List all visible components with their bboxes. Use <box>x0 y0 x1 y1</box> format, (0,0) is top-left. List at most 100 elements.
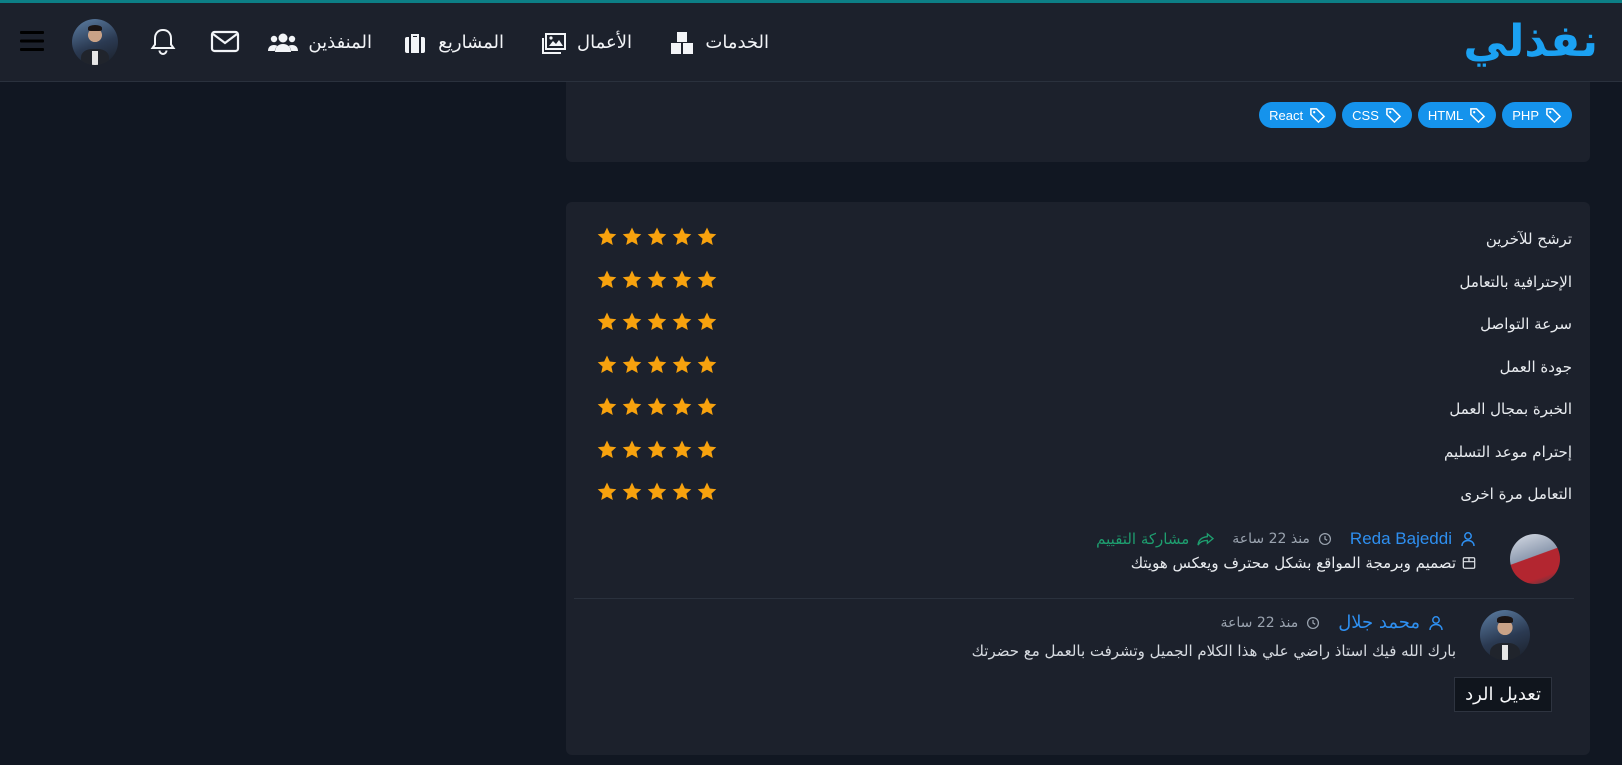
star-icon <box>597 482 617 500</box>
mail-icon <box>210 30 240 53</box>
star-icon <box>597 227 617 245</box>
rating-row: سرعة التواصل <box>566 311 1590 341</box>
review-time: منذ 22 ساعة <box>1232 531 1310 547</box>
star-icon <box>647 397 667 415</box>
star-icon <box>647 270 667 288</box>
clock-icon <box>1306 616 1320 630</box>
star-icon <box>597 312 617 330</box>
reviewer-avatar[interactable] <box>1510 534 1560 584</box>
messages-button[interactable] <box>207 23 243 59</box>
rating-stars <box>596 269 718 291</box>
star-icon <box>697 440 717 458</box>
site-logo[interactable]: نفذلي <box>1463 9 1598 75</box>
star-icon <box>672 270 692 288</box>
reply-text: بارك الله فيك استاذ راضي علي هذا الكلام … <box>971 642 1456 660</box>
rating-row: ترشح للآخرين <box>566 226 1590 256</box>
nav-item-portfolio-label: الأعمال <box>577 32 632 53</box>
share-icon[interactable] <box>1197 531 1215 547</box>
projects-icon <box>405 33 426 53</box>
tag-icon <box>1386 107 1402 123</box>
skill-tag-css[interactable]: CSS <box>1342 102 1412 128</box>
star-icon <box>672 227 692 245</box>
notifications-button[interactable] <box>145 23 181 59</box>
star-icon <box>597 270 617 288</box>
nav-item-services[interactable]: الخدمات <box>669 3 769 82</box>
rating-stars <box>596 396 718 418</box>
rating-label: إحترام موعد التسليم <box>1444 442 1572 461</box>
rating-row: الإحترافية بالتعامل <box>566 269 1590 299</box>
star-icon <box>697 355 717 373</box>
star-icon <box>672 355 692 373</box>
rating-row: إحترام موعد التسليم <box>566 439 1590 469</box>
star-icon <box>597 397 617 415</box>
review-card: ترشح للآخرين الإحترافية بالتعامل سرعة التو… <box>566 202 1590 755</box>
nav-item-projects-label: المشاريع <box>438 32 504 53</box>
user-icon <box>1460 531 1476 547</box>
review-meta: Reda Bajeddi منذ 22 ساعة مشاركة التقييم <box>1096 529 1476 549</box>
star-icon <box>622 312 642 330</box>
replier-avatar[interactable] <box>1480 610 1530 660</box>
skill-tag-html[interactable]: HTML <box>1417 102 1497 128</box>
rating-label: التعامل مرة اخرى <box>1460 485 1572 503</box>
review-divider <box>574 598 1574 599</box>
review-service: تصميم وبرمجة المواقع بشكل محترف ويعكس هو… <box>1131 554 1476 572</box>
tag-icon <box>1310 107 1326 123</box>
reviewer-name[interactable]: Reda Bajeddi <box>1350 529 1452 549</box>
star-icon <box>697 227 717 245</box>
user-avatar[interactable] <box>72 19 118 65</box>
edit-reply-button[interactable]: تعديل الرد <box>1454 677 1552 712</box>
skill-tag-label: PHP <box>1512 107 1539 123</box>
star-icon <box>622 355 642 373</box>
user-icon <box>1428 615 1444 631</box>
star-icon <box>647 227 667 245</box>
review-service-title[interactable]: تصميم وبرمجة المواقع بشكل محترف ويعكس هو… <box>1131 554 1456 572</box>
nav-item-projects[interactable]: المشاريع <box>402 3 504 82</box>
services-icon <box>671 31 694 54</box>
rating-stars <box>596 481 718 503</box>
star-icon <box>672 482 692 500</box>
star-icon <box>697 312 717 330</box>
tag-icon <box>1546 107 1562 123</box>
star-icon <box>622 227 642 245</box>
reply-meta: محمد جلال منذ 22 ساعة <box>1221 612 1444 633</box>
share-rating-link[interactable]: مشاركة التقييم <box>1096 530 1189 548</box>
skills-card: PHP HTML CSS React <box>566 82 1590 162</box>
star-icon <box>672 312 692 330</box>
rating-stars <box>596 439 718 461</box>
menu-icon: #x{} <box>20 31 44 51</box>
reply-time: منذ 22 ساعة <box>1220 614 1299 631</box>
menu-button[interactable]: #x{} <box>14 23 50 59</box>
skill-tag-label: HTML <box>1427 107 1464 123</box>
replier-name[interactable]: محمد جلال <box>1338 612 1420 633</box>
top-navbar: نفذلي الخدمات الأعمال المشاريع المنفذين <box>0 3 1622 82</box>
nav-item-services-label: الخدمات <box>705 32 769 53</box>
star-icon <box>697 270 717 288</box>
star-icon <box>672 397 692 415</box>
star-icon <box>597 440 617 458</box>
skill-tag-php[interactable]: PHP <box>1502 102 1572 128</box>
star-icon <box>647 312 667 330</box>
rating-label: جودة العمل <box>1499 357 1572 376</box>
skills-tags: PHP HTML CSS React <box>1259 102 1572 128</box>
skill-tag-label: React <box>1269 107 1304 123</box>
nav-item-freelancers[interactable]: المنفذين <box>268 3 372 82</box>
star-icon <box>622 270 642 288</box>
star-icon <box>697 482 717 500</box>
rating-label: الخبرة بمجال العمل <box>1449 400 1572 418</box>
rating-stars <box>596 354 718 376</box>
skill-tag-react[interactable]: React <box>1259 102 1337 128</box>
skill-tag-label: CSS <box>1352 107 1379 123</box>
bell-icon <box>150 28 176 55</box>
nav-item-freelancers-label: المنفذين <box>308 32 372 53</box>
star-icon <box>622 440 642 458</box>
clock-icon <box>1318 532 1332 546</box>
rating-label: ترشح للآخرين <box>1485 230 1572 248</box>
star-icon <box>647 440 667 458</box>
rating-label: الإحترافية بالتعامل <box>1459 272 1572 291</box>
portfolio-icon <box>542 32 567 54</box>
star-icon <box>622 482 642 500</box>
rating-stars <box>596 311 718 333</box>
rating-row: الخبرة بمجال العمل <box>566 396 1590 426</box>
star-icon <box>647 355 667 373</box>
nav-item-portfolio[interactable]: الأعمال <box>541 3 632 82</box>
